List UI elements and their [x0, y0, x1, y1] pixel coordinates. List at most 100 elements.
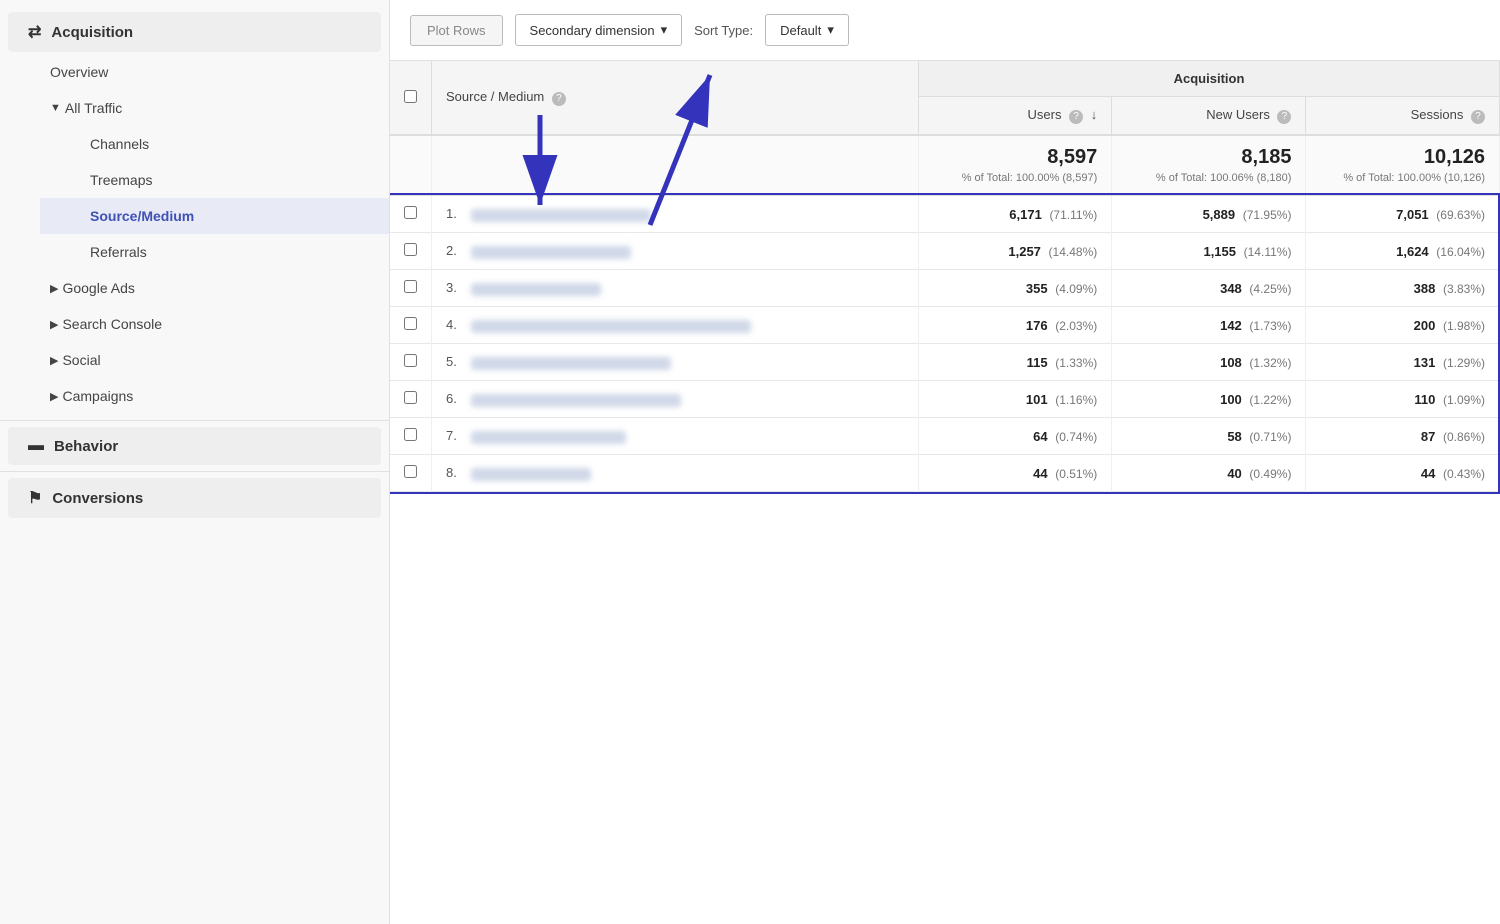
new-users-pct-0: (71.95%)	[1243, 208, 1292, 222]
sidebar-sub-all-traffic: Channels Treemaps Source/Medium Referral…	[20, 126, 389, 270]
row-checkbox-4[interactable]	[404, 354, 417, 367]
table-row: 7. 64 (0.74%) 58 (0.71%) 87 (0.86%)	[390, 418, 1500, 455]
sidebar-item-conversions[interactable]: ⚑ Conversions	[8, 478, 381, 518]
sidebar-item-source-medium[interactable]: Source/Medium	[40, 198, 389, 234]
table-row: 8. 44 (0.51%) 40 (0.49%) 44 (0.43%)	[390, 455, 1500, 492]
totals-users-cell: 8,597 % of Total: 100.00% (8,597)	[919, 135, 1112, 195]
sidebar-item-google-ads[interactable]: ▶ Google Ads	[20, 270, 389, 306]
row-source-cell-5: 6.	[432, 381, 919, 418]
row-sessions-cell-7: 44 (0.43%)	[1306, 455, 1500, 492]
row-sessions-cell-0: 7,051 (69.63%)	[1306, 195, 1500, 233]
caret-right-icon2: ▶	[50, 318, 58, 331]
new-users-pct-1: (14.11%)	[1244, 245, 1292, 259]
users-pct-6: (0.74%)	[1055, 430, 1097, 444]
row-new-users-cell-2: 348 (4.25%)	[1112, 270, 1306, 307]
source-medium-header: Source / Medium ?	[432, 61, 919, 135]
row-new-users-cell-4: 108 (1.32%)	[1112, 344, 1306, 381]
row-checkbox-cell-7[interactable]	[390, 455, 432, 492]
sessions-header[interactable]: Sessions ?	[1306, 97, 1500, 136]
sidebar-item-all-traffic[interactable]: ▼ All Traffic	[20, 90, 389, 126]
new-users-pct-3: (1.73%)	[1249, 319, 1291, 333]
sidebar-item-overview[interactable]: Overview	[20, 54, 389, 90]
row-num-4: 5.	[446, 354, 457, 369]
sessions-pct-0: (69.63%)	[1436, 208, 1485, 222]
users-header[interactable]: Users ? ↓	[919, 97, 1112, 136]
sidebar-item-acquisition[interactable]: ⇄ Acquisition	[8, 12, 381, 52]
row-users-cell-2: 355 (4.09%)	[919, 270, 1112, 307]
row-checkbox-0[interactable]	[404, 206, 417, 219]
sort-default-button[interactable]: Default ▾	[765, 14, 849, 46]
totals-row: 8,597 % of Total: 100.00% (8,597) 8,185 …	[390, 135, 1500, 195]
row-new-users-cell-6: 58 (0.71%)	[1112, 418, 1306, 455]
row-checkbox-3[interactable]	[404, 317, 417, 330]
users-pct-0: (71.11%)	[1049, 208, 1097, 222]
row-checkbox-6[interactable]	[404, 428, 417, 441]
blurred-source-3	[471, 320, 751, 333]
row-source-cell-0: 1.	[432, 195, 919, 233]
users-value-3: 176	[1026, 318, 1048, 333]
sidebar-item-behavior[interactable]: ▬ Behavior	[8, 427, 381, 465]
row-checkbox-cell-5[interactable]	[390, 381, 432, 418]
select-all-checkbox[interactable]	[404, 90, 417, 103]
sort-type-label: Sort Type:	[694, 23, 753, 38]
sessions-help-icon[interactable]: ?	[1471, 110, 1485, 124]
row-source-cell-6: 7.	[432, 418, 919, 455]
sort-arrow-icon: ↓	[1091, 107, 1098, 122]
users-help-icon[interactable]: ?	[1069, 110, 1083, 124]
sidebar-item-campaigns[interactable]: ▶ Campaigns	[20, 378, 389, 414]
blurred-source-0	[471, 209, 651, 222]
chevron-down-icon: ▾	[661, 22, 668, 38]
select-all-checkbox-header[interactable]	[390, 61, 432, 135]
row-checkbox-5[interactable]	[404, 391, 417, 404]
row-source-cell-4: 5.	[432, 344, 919, 381]
row-checkbox-cell-2[interactable]	[390, 270, 432, 307]
sessions-value-6: 87	[1421, 429, 1435, 444]
users-value-2: 355	[1026, 281, 1048, 296]
sidebar-item-search-console[interactable]: ▶ Search Console	[20, 306, 389, 342]
row-new-users-cell-7: 40 (0.49%)	[1112, 455, 1306, 492]
sessions-value-4: 131	[1414, 355, 1436, 370]
totals-new-users-cell: 8,185 % of Total: 100.06% (8,180)	[1112, 135, 1306, 195]
sidebar-sub-acquisition: Overview ▼ All Traffic Channels Treemaps…	[0, 54, 389, 414]
sessions-value-0: 7,051	[1396, 207, 1429, 222]
row-num-5: 6.	[446, 391, 457, 406]
row-source-cell-1: 2.	[432, 233, 919, 270]
source-medium-help-icon[interactable]: ?	[552, 92, 566, 106]
users-pct-5: (1.16%)	[1055, 393, 1097, 407]
row-checkbox-cell-0[interactable]	[390, 195, 432, 233]
sidebar-item-treemaps[interactable]: Treemaps	[40, 162, 389, 198]
plot-rows-button[interactable]: Plot Rows	[410, 15, 503, 46]
sidebar-item-referrals[interactable]: Referrals	[40, 234, 389, 270]
totals-checkbox-cell	[390, 135, 432, 195]
row-checkbox-cell-3[interactable]	[390, 307, 432, 344]
blurred-source-1	[471, 246, 631, 259]
sidebar-item-social[interactable]: ▶ Social	[20, 342, 389, 378]
row-sessions-cell-5: 110 (1.09%)	[1306, 381, 1500, 418]
row-checkbox-7[interactable]	[404, 465, 417, 478]
conversions-icon: ⚑	[28, 488, 42, 508]
row-checkbox-2[interactable]	[404, 280, 417, 293]
caret-right-icon: ▶	[50, 282, 58, 295]
row-checkbox-1[interactable]	[404, 243, 417, 256]
sessions-value-1: 1,624	[1396, 244, 1429, 259]
sidebar-item-channels[interactable]: Channels	[40, 126, 389, 162]
sessions-pct-6: (0.86%)	[1443, 430, 1485, 444]
row-sessions-cell-1: 1,624 (16.04%)	[1306, 233, 1500, 270]
sessions-value-3: 200	[1414, 318, 1436, 333]
row-checkbox-cell-6[interactable]	[390, 418, 432, 455]
row-users-cell-0: 6,171 (71.11%)	[919, 195, 1112, 233]
row-sessions-cell-4: 131 (1.29%)	[1306, 344, 1500, 381]
row-checkbox-cell-1[interactable]	[390, 233, 432, 270]
sessions-value-5: 110	[1414, 392, 1435, 407]
users-pct-1: (14.48%)	[1049, 245, 1098, 259]
row-users-cell-6: 64 (0.74%)	[919, 418, 1112, 455]
new-users-header[interactable]: New Users ?	[1112, 97, 1306, 136]
totals-sessions-cell: 10,126 % of Total: 100.00% (10,126)	[1306, 135, 1500, 195]
row-checkbox-cell-4[interactable]	[390, 344, 432, 381]
users-value-5: 101	[1026, 392, 1048, 407]
secondary-dimension-button[interactable]: Secondary dimension ▾	[515, 14, 683, 46]
new-users-help-icon[interactable]: ?	[1277, 110, 1291, 124]
sidebar: ⇄ Acquisition Overview ▼ All Traffic Cha…	[0, 0, 390, 924]
users-pct-3: (2.03%)	[1055, 319, 1097, 333]
sessions-value-2: 388	[1414, 281, 1436, 296]
